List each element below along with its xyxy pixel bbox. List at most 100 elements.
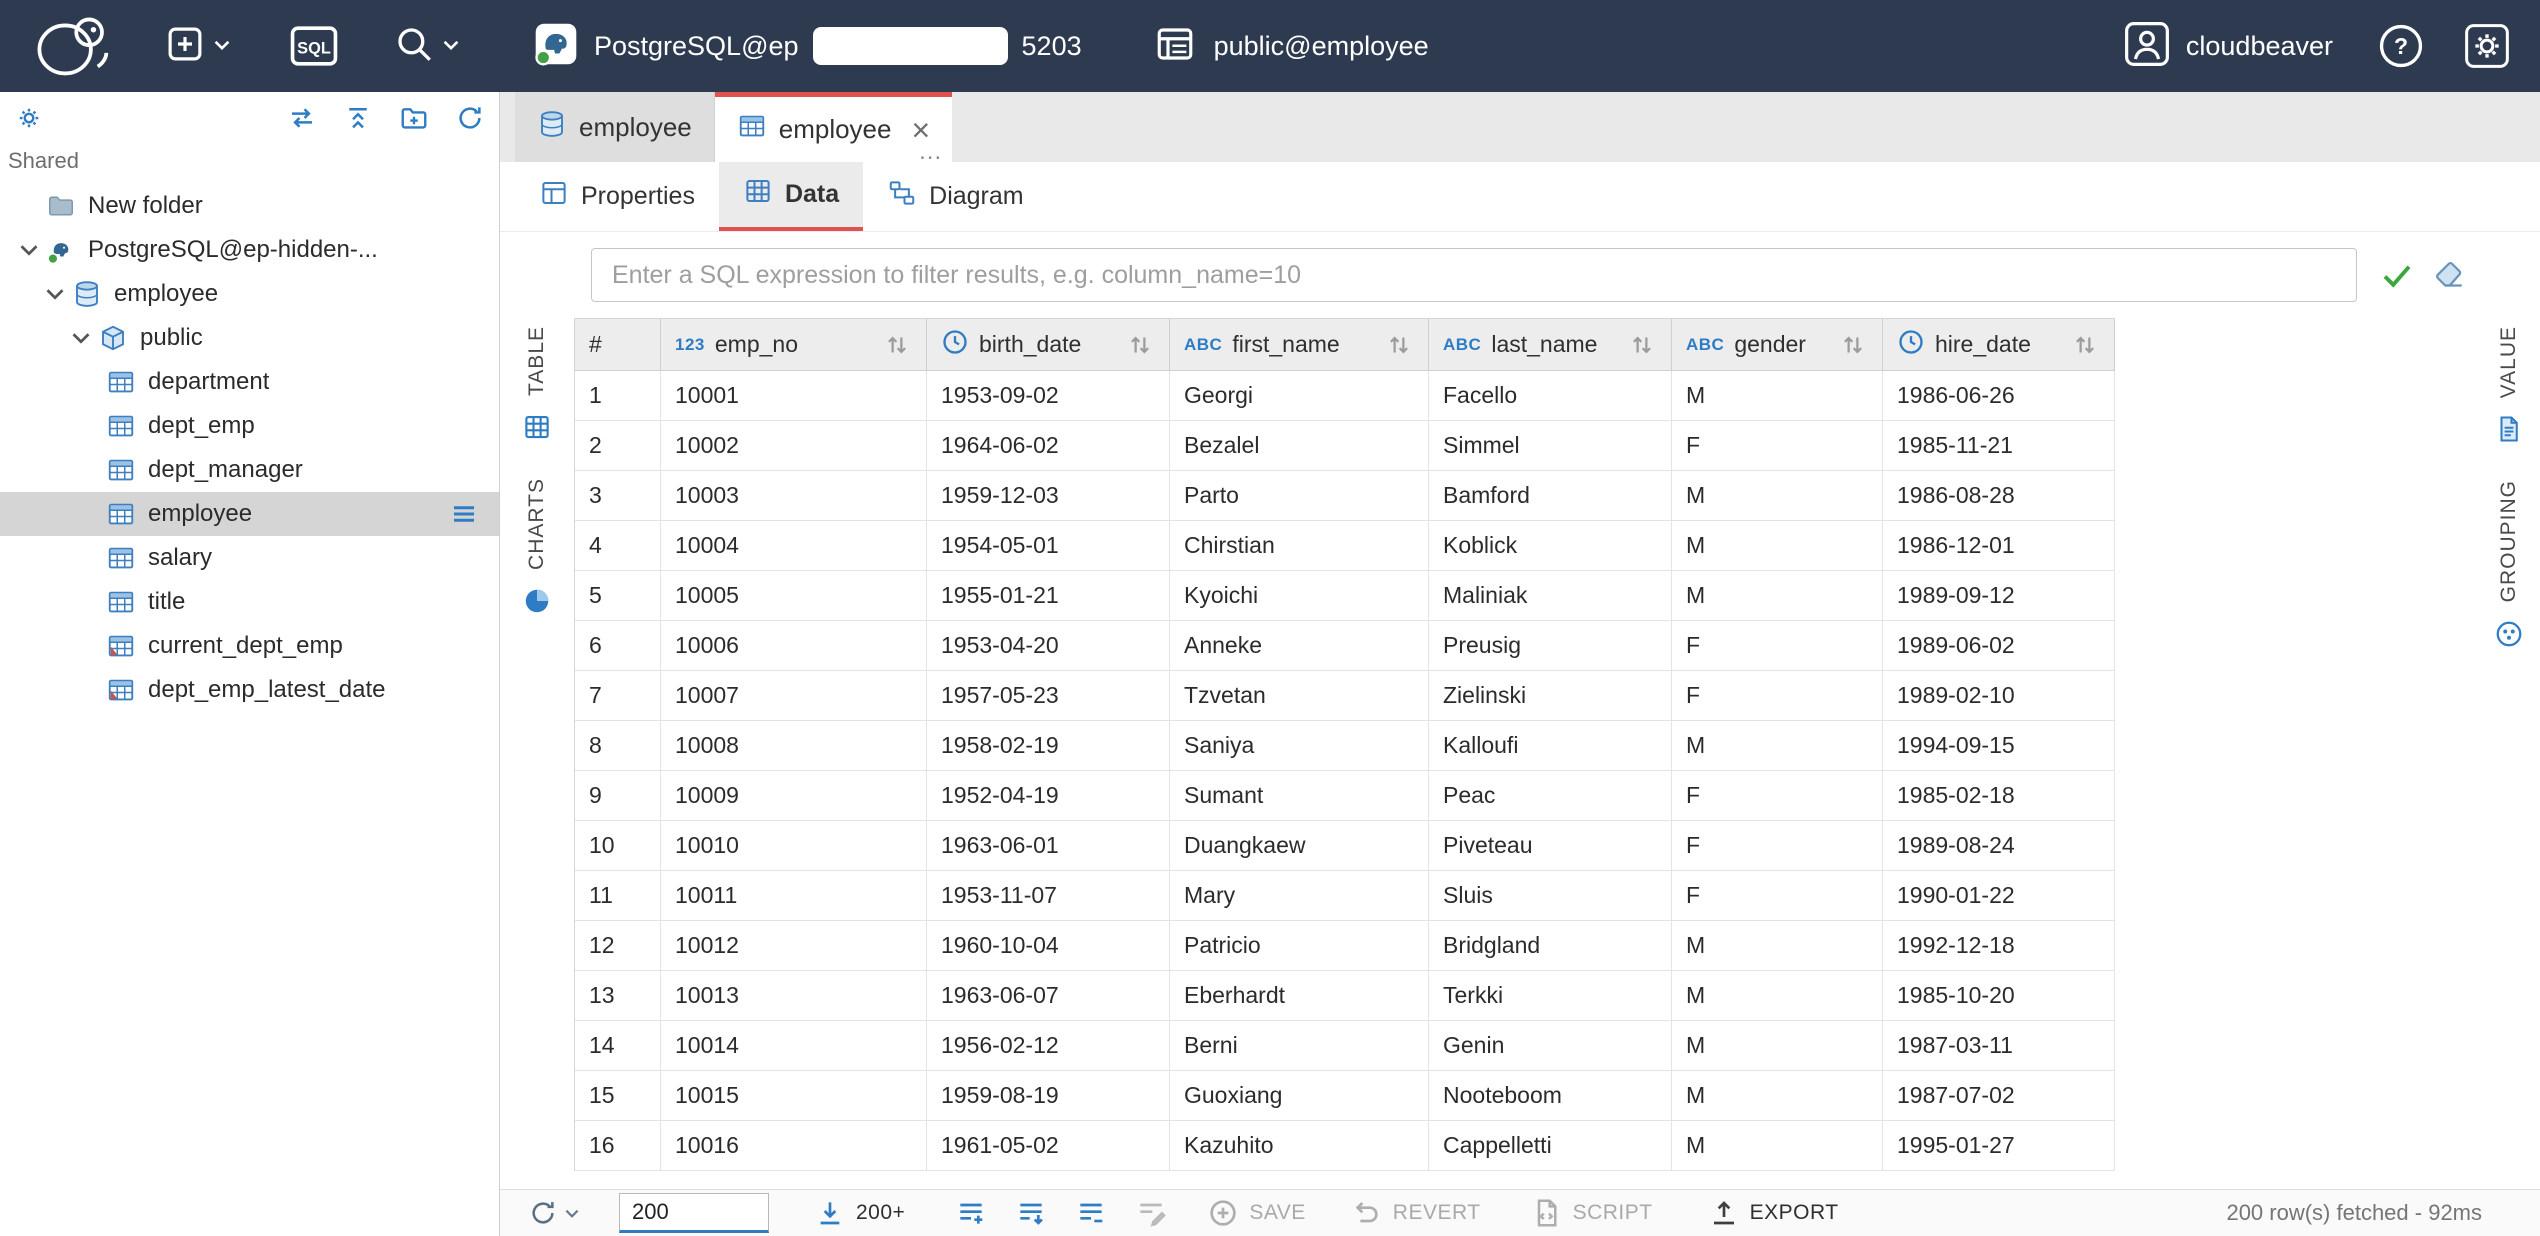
grid-cell[interactable]: Maliniak [1429,571,1672,620]
row-number-cell[interactable]: 13 [575,971,661,1020]
grid-cell[interactable]: 1990-01-22 [1883,871,2115,920]
grid-cell[interactable]: Koblick [1429,521,1672,570]
grid-cell[interactable]: Peac [1429,771,1672,820]
grid-cell[interactable]: 10007 [661,671,927,720]
grid-cell[interactable]: F [1672,421,1883,470]
tab-overflow-dots[interactable]: ... [919,138,942,166]
grid-cell[interactable]: Genin [1429,1021,1672,1070]
grid-cell[interactable]: 1957-05-23 [927,671,1170,720]
sidebar-item-table-employee[interactable]: employee [0,492,499,536]
column-header-gender[interactable]: ABC gender [1672,319,1883,370]
row-number-cell[interactable]: 15 [575,1071,661,1120]
grid-cell[interactable]: 1987-07-02 [1883,1071,2115,1120]
grid-cell[interactable]: M [1672,921,1883,970]
sort-icon[interactable] [2070,330,2100,360]
grid-cell[interactable]: 1964-06-02 [927,421,1170,470]
reload-data-button[interactable] [527,1197,579,1229]
sort-icon[interactable] [1838,330,1868,360]
grid-cell[interactable]: 1989-06-02 [1883,621,2115,670]
sidebar-item-view-current-dept-emp[interactable]: current_dept_emp [0,624,499,668]
column-header-last-name[interactable]: ABC last_name [1429,319,1672,370]
grid-cell[interactable]: 1953-11-07 [927,871,1170,920]
grid-cell[interactable]: Bezalel [1170,421,1429,470]
cloudbeaver-logo-icon[interactable] [28,10,116,82]
grid-cell[interactable]: Georgi [1170,371,1429,420]
add-row-button[interactable] [955,1197,987,1229]
grid-cell[interactable]: 1986-12-01 [1883,521,2115,570]
grid-cell[interactable]: Patricio [1170,921,1429,970]
tab-properties[interactable]: Properties [515,162,719,231]
sidebar-item-view-dept-emp-latest-date[interactable]: dept_emp_latest_date [0,668,499,712]
grid-cell[interactable]: 1985-11-21 [1883,421,2115,470]
grid-cell[interactable]: 10008 [661,721,927,770]
search-button[interactable] [393,23,459,70]
grid-cell[interactable]: 1952-04-19 [927,771,1170,820]
table-grid-icon[interactable] [522,412,552,442]
grid-cell[interactable]: 1956-02-12 [927,1021,1170,1070]
grid-cell[interactable]: M [1672,471,1883,520]
grid-cell[interactable]: 1986-08-28 [1883,471,2115,520]
grid-cell[interactable]: M [1672,721,1883,770]
sidebar-item-schema-public[interactable]: public [0,316,499,360]
row-number-cell[interactable]: 9 [575,771,661,820]
chevron-down-icon[interactable] [40,288,70,300]
value-panel-icon[interactable] [2494,414,2524,444]
fetch-size-input[interactable] [619,1193,769,1233]
refresh-tree-button[interactable] [455,103,485,133]
grid-cell[interactable]: Guoxiang [1170,1071,1429,1120]
grid-cell[interactable]: 10011 [661,871,927,920]
grid-cell[interactable]: 10005 [661,571,927,620]
user-menu[interactable]: cloudbeaver [2124,21,2333,72]
tab-diagram[interactable]: Diagram [863,162,1047,231]
grid-cell[interactable]: Piveteau [1429,821,1672,870]
grid-cell[interactable]: 10001 [661,371,927,420]
clear-filter-eraser-icon[interactable] [2431,257,2467,293]
sql-editor-button[interactable]: SQL [290,26,338,66]
grid-cell[interactable]: 10010 [661,821,927,870]
grid-cell[interactable]: 10015 [661,1071,927,1120]
grid-cell[interactable]: Facello [1429,371,1672,420]
row-number-cell[interactable]: 1 [575,371,661,420]
grid-cell[interactable]: F [1672,671,1883,720]
grid-cell[interactable]: 1960-10-04 [927,921,1170,970]
row-number-cell[interactable]: 11 [575,871,661,920]
grid-cell[interactable]: Parto [1170,471,1429,520]
grid-cell[interactable]: 10003 [661,471,927,520]
row-number-cell[interactable]: 4 [575,521,661,570]
grid-cell[interactable]: M [1672,571,1883,620]
grid-cell[interactable]: M [1672,1021,1883,1070]
grid-cell[interactable]: Sluis [1429,871,1672,920]
delete-row-button[interactable] [1075,1197,1107,1229]
sidebar-item-table-dept-emp[interactable]: dept_emp [0,404,499,448]
column-header-birth-date[interactable]: birth_date [927,319,1170,370]
grid-cell[interactable]: Preusig [1429,621,1672,670]
grid-cell[interactable]: M [1672,1121,1883,1170]
new-object-button[interactable] [164,23,230,70]
sort-icon[interactable] [882,330,912,360]
grid-cell[interactable]: Kazuhito [1170,1121,1429,1170]
grid-cell[interactable]: 1989-02-10 [1883,671,2115,720]
grid-cell[interactable]: 1987-03-11 [1883,1021,2115,1070]
pie-chart-icon[interactable] [522,586,552,616]
grid-cell[interactable]: Bamford [1429,471,1672,520]
grid-cell[interactable]: Eberhardt [1170,971,1429,1020]
grid-cell[interactable]: M [1672,521,1883,570]
settings-button[interactable] [2464,23,2510,69]
apply-filter-check-icon[interactable] [2379,257,2415,293]
schema-selector[interactable]: public@employee [1154,23,1429,70]
grid-cell[interactable]: 1953-09-02 [927,371,1170,420]
sidebar-item-connection[interactable]: PostgreSQL@ep-hidden-... [0,228,499,272]
connection-selector[interactable]: PostgreSQL@ep 5203 [534,22,1082,71]
fetch-next-page-button[interactable]: 200+ [814,1197,905,1229]
sidebar-item-table-title[interactable]: title [0,580,499,624]
grid-cell[interactable]: Berni [1170,1021,1429,1070]
edit-cell-button[interactable] [1135,1197,1167,1229]
sidebar-item-table-dept-manager[interactable]: dept_manager [0,448,499,492]
grouping-panel-icon[interactable] [2494,619,2524,649]
grid-cell[interactable]: 1985-02-18 [1883,771,2115,820]
export-button[interactable]: EXPORT [1708,1197,1839,1229]
duplicate-row-button[interactable] [1015,1197,1047,1229]
revert-button[interactable]: REVERT [1351,1197,1481,1229]
grid-cell[interactable]: Bridgland [1429,921,1672,970]
tab-presentation-charts[interactable]: CHARTS [525,478,549,570]
